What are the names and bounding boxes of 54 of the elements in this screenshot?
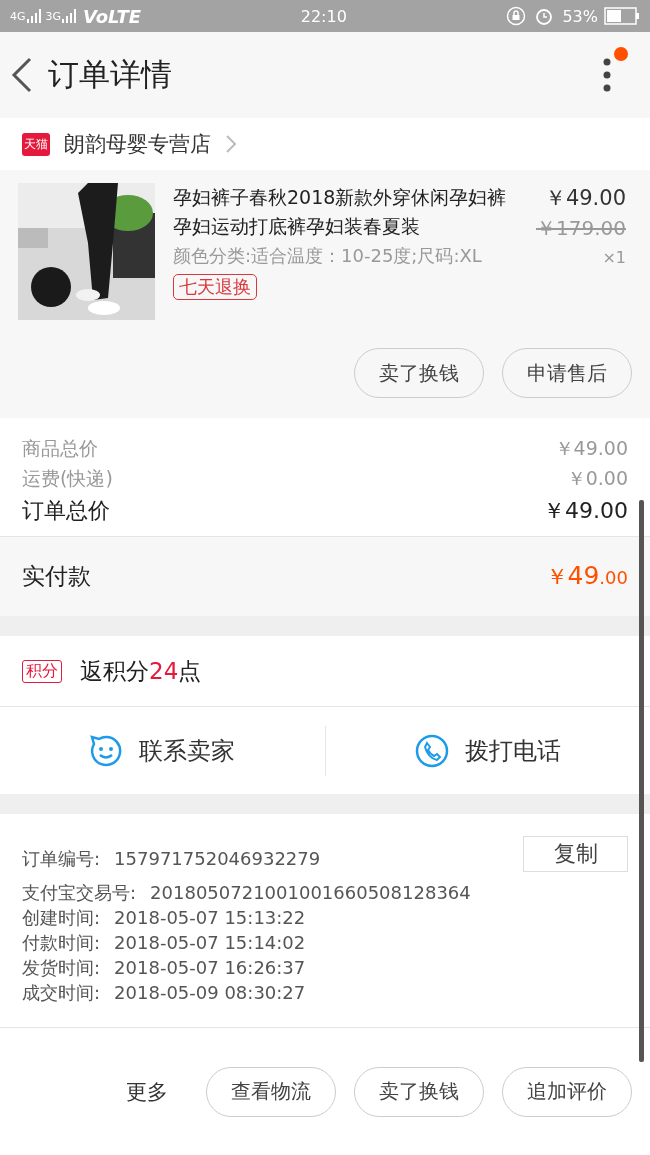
info-label: 支付宝交易号: xyxy=(22,881,137,905)
info-label: 创建时间: xyxy=(22,906,101,930)
info-value: 2018-05-07 15:14:02 xyxy=(114,931,306,955)
contact-button[interactable]: 拨打电话 xyxy=(325,732,650,769)
contact-button[interactable]: 联系卖家 xyxy=(0,732,325,769)
action-button[interactable]: 查看物流 xyxy=(206,1066,336,1117)
phone-icon xyxy=(414,733,449,768)
action-button[interactable]: 卖了换钱 xyxy=(354,348,484,398)
more-button[interactable]: 更多 xyxy=(120,1076,174,1107)
network-label: 4G xyxy=(10,9,26,23)
quantity: ×1 xyxy=(602,247,626,269)
info-value: 2018-05-07 16:26:37 xyxy=(114,956,306,980)
points-badge: 积分 xyxy=(22,659,62,683)
store-badge: 天猫 xyxy=(22,132,50,156)
product-sku: 颜色分类:适合温度：10-25度;尺码:XL xyxy=(173,244,482,268)
cost-label: 订单总价 xyxy=(22,497,110,525)
chat-face-icon xyxy=(89,733,124,768)
store-name[interactable]: 朗韵母婴专营店 xyxy=(64,130,211,158)
signal-icon xyxy=(25,9,42,23)
info-value: 2018050721001001660508128364 xyxy=(150,881,471,905)
return-tag: 七天退换 xyxy=(173,274,257,300)
cost-value: ￥49.00 xyxy=(543,497,628,525)
cost-label: 运费(快递) xyxy=(22,466,113,491)
paid-amount: ￥49.00 xyxy=(545,561,628,592)
alarm-icon xyxy=(534,6,555,26)
signal-icon xyxy=(61,9,78,23)
action-button[interactable]: 申请售后 xyxy=(502,348,632,398)
battery-percent: 53% xyxy=(562,6,598,26)
battery-icon xyxy=(604,7,640,25)
product-price: ￥49.00 xyxy=(544,185,626,212)
more-icon[interactable] xyxy=(602,57,612,93)
cost-label: 商品总价 xyxy=(22,436,98,461)
action-button[interactable]: 卖了换钱 xyxy=(354,1066,484,1117)
volte-label: VoLTE xyxy=(83,5,142,27)
original-price: ￥179.00 xyxy=(536,215,626,242)
lock-icon xyxy=(506,6,527,26)
network-label: 3G xyxy=(45,9,62,23)
clock: 22:10 xyxy=(300,6,347,26)
cost-value: ￥0.00 xyxy=(566,466,628,491)
back-icon[interactable] xyxy=(10,56,34,94)
product-title[interactable]: 孕妇裤子春秋2018新款外穿休闲孕妇裤孕妇运动打底裤孕妇装春夏装 xyxy=(173,183,508,241)
info-value: 2018-05-07 15:13:22 xyxy=(114,906,306,930)
action-button[interactable]: 追加评价 xyxy=(502,1066,632,1117)
page-title: 订单详情 xyxy=(48,55,173,94)
info-value: 157971752046932279 xyxy=(114,846,321,871)
info-value: 2018-05-09 08:30:27 xyxy=(114,981,306,1005)
info-label: 付款时间: xyxy=(22,931,101,955)
paid-label: 实付款 xyxy=(22,562,91,591)
info-label: 成交时间: xyxy=(22,981,101,1005)
info-label: 发货时间: xyxy=(22,956,101,980)
info-label: 订单编号: xyxy=(22,846,101,871)
copy-button[interactable]: 复制 xyxy=(523,836,628,872)
cost-value: ￥49.00 xyxy=(554,436,628,461)
points-text: 返积分24点 xyxy=(80,656,202,686)
